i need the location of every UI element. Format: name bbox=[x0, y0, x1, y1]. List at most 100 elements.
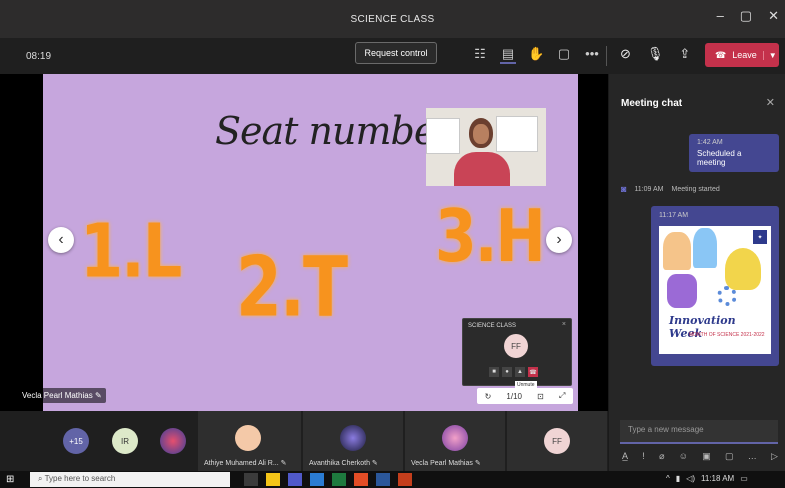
more-icon[interactable]: ••• bbox=[584, 46, 600, 64]
slide-title: Seat number bbox=[215, 109, 453, 153]
message-time: 11:17 AM bbox=[659, 212, 689, 219]
windows-start-icon[interactable]: ⊞ bbox=[6, 474, 14, 485]
raise-hand-icon[interactable]: ✋ bbox=[528, 46, 544, 64]
participant-name: Vecla Pearl Mathias ✎ bbox=[411, 460, 481, 467]
chat-message: 1:42 AM Scheduled a meeting bbox=[689, 134, 779, 172]
minimize-icon[interactable]: – bbox=[717, 8, 724, 24]
next-slide-button[interactable]: › bbox=[546, 227, 572, 253]
share-icon[interactable]: ⇪ bbox=[679, 46, 690, 62]
store-icon[interactable] bbox=[310, 473, 324, 486]
more-icon[interactable]: … bbox=[748, 451, 757, 462]
sticker-icon[interactable]: ▢ bbox=[725, 451, 734, 462]
avatar bbox=[160, 428, 186, 454]
avatar: FF bbox=[544, 428, 570, 454]
meeting-timer: 08:19 bbox=[26, 50, 52, 62]
title-bar: SCIENCE CLASS – ▢ ✕ bbox=[0, 0, 785, 38]
chevron-up-icon[interactable]: ^ bbox=[666, 474, 670, 483]
chat-icon[interactable]: ▤ bbox=[500, 46, 516, 64]
gif-icon[interactable]: ▣ bbox=[702, 451, 711, 462]
important-icon[interactable]: ! bbox=[642, 451, 645, 462]
file-explorer-icon[interactable] bbox=[266, 473, 280, 486]
chrome-icon[interactable] bbox=[354, 473, 368, 486]
participant-name: Avanthika Cherkoth ✎ bbox=[309, 460, 378, 467]
attach-icon[interactable]: ⌀ bbox=[659, 451, 664, 462]
participant-gallery: +15 IR Athiye Muhamed Ali R... ✎ Avanthi… bbox=[0, 411, 608, 471]
avatar bbox=[340, 425, 366, 451]
microphone-icon[interactable]: 🎙 bbox=[647, 46, 664, 62]
shared-screen: Seat number 1.L 2.T 3.H ‹ › Vecla Pearl … bbox=[0, 74, 608, 411]
chevron-down-icon[interactable]: ▼ bbox=[762, 50, 777, 60]
window-title: SCIENCE CLASS bbox=[350, 13, 435, 25]
taskbar-search-input[interactable]: ⌕ Type here to search bbox=[30, 472, 230, 487]
av-controls: ⊘ 🎙 ⇪ bbox=[620, 46, 690, 62]
word-icon[interactable] bbox=[376, 473, 390, 486]
people-icon[interactable]: ☷ bbox=[472, 46, 488, 64]
search-placeholder: Type here to search bbox=[44, 474, 116, 483]
seat-item-3: 3.H bbox=[435, 195, 546, 279]
presenter-name: Vecla Pearl Mathias bbox=[22, 391, 93, 400]
share-icon[interactable]: ▲ bbox=[515, 367, 525, 377]
leave-button[interactable]: ☎ Leave ▼ bbox=[705, 43, 779, 67]
overflow-count-avatar[interactable]: +15 bbox=[63, 428, 89, 454]
avatar: FF bbox=[504, 334, 528, 358]
message-text: Scheduled a meeting bbox=[697, 149, 742, 167]
maximize-icon[interactable]: ▢ bbox=[740, 8, 752, 24]
chat-pane: Meeting chat ✕ 1:42 AM Scheduled a meeti… bbox=[608, 74, 785, 471]
chat-title: Meeting chat bbox=[621, 98, 683, 109]
send-icon[interactable]: ▷ bbox=[771, 451, 778, 462]
hang-up-icon[interactable]: ☎ bbox=[528, 367, 538, 377]
fit-icon[interactable]: ⊡ bbox=[537, 392, 544, 401]
camera-icon[interactable]: ■ bbox=[489, 367, 499, 377]
meeting-toolbar: 08:19 Request control ☷ ▤ ✋ ▢ ••• ⊘ 🎙 ⇪ … bbox=[0, 38, 785, 74]
close-icon[interactable]: × bbox=[562, 321, 566, 328]
request-control-button[interactable]: Request control bbox=[355, 42, 437, 64]
close-icon[interactable]: ✕ bbox=[766, 96, 775, 109]
notification-icon[interactable]: ▭ bbox=[740, 474, 748, 483]
close-icon[interactable]: ✕ bbox=[768, 8, 779, 24]
refresh-icon[interactable]: ↻ bbox=[485, 392, 492, 401]
toolbar-icons: ☷ ▤ ✋ ▢ ••• bbox=[472, 46, 600, 64]
leave-label: Leave bbox=[732, 50, 757, 60]
video-icon: ◙ bbox=[621, 184, 627, 194]
avatar bbox=[442, 425, 468, 451]
rooms-icon[interactable]: ▢ bbox=[556, 46, 572, 64]
participant-tile[interactable]: Avanthika Cherkoth ✎ bbox=[303, 411, 403, 471]
message-time: 1:42 AM bbox=[697, 139, 723, 146]
toolbar-divider bbox=[606, 46, 607, 66]
window-controls: – ▢ ✕ bbox=[717, 8, 779, 24]
powerpoint-icon[interactable] bbox=[398, 473, 412, 486]
participant-tile[interactable]: Vecla Pearl Mathias ✎ bbox=[405, 411, 505, 471]
system-time: 11:09 AM bbox=[634, 185, 664, 193]
pin-icon: ✎ bbox=[94, 391, 102, 400]
previous-slide-button[interactable]: ‹ bbox=[48, 227, 74, 253]
mini-call-title: SCIENCE CLASS bbox=[468, 323, 517, 329]
windows-taskbar: ⊞ ⌕ Type here to search ^ ▮ ◁) 11:18 AM … bbox=[0, 471, 785, 488]
clock[interactable]: 11:18 AM bbox=[701, 474, 734, 483]
camera-off-icon[interactable]: ⊘ bbox=[620, 46, 631, 62]
presenter-name-tag: Vecla Pearl Mathias ✎ bbox=[18, 388, 106, 403]
taskbar-apps bbox=[244, 473, 412, 486]
participant-tile[interactable]: FF bbox=[507, 411, 607, 471]
task-view-icon[interactable] bbox=[244, 473, 258, 486]
teams-icon[interactable] bbox=[288, 473, 302, 486]
format-icon[interactable]: A̲ bbox=[622, 451, 628, 462]
mini-call-window[interactable]: SCIENCE CLASS × FF ■ ● ▲ ☎ Unmute bbox=[462, 318, 572, 389]
emoji-icon[interactable]: ☺ bbox=[679, 451, 688, 462]
network-icon[interactable]: ▮ bbox=[676, 474, 680, 483]
microphone-icon[interactable]: ● bbox=[502, 367, 512, 377]
message-input[interactable]: Type a new message bbox=[620, 420, 778, 444]
zoom-value: 1/10 bbox=[506, 391, 522, 401]
system-message: ◙ 11:09 AM Meeting started bbox=[621, 184, 720, 194]
avatar: IR bbox=[112, 428, 138, 454]
system-tray: ^ ▮ ◁) 11:18 AM ▭ bbox=[666, 474, 748, 483]
excel-icon[interactable] bbox=[332, 473, 346, 486]
expand-icon[interactable]: ⤢ bbox=[559, 391, 565, 401]
zoom-controls: ↻ 1/10 ⊡ ⤢ bbox=[477, 388, 573, 404]
volume-icon[interactable]: ◁) bbox=[686, 474, 695, 483]
poster-image[interactable]: ✦ Innovation Week MONTH OF SCIENCE 2021-… bbox=[659, 226, 771, 354]
poster-subtitle: MONTH OF SCIENCE 2021-2022 bbox=[689, 332, 765, 338]
avatar bbox=[235, 425, 261, 451]
participant-tile[interactable]: Athiye Muhamed Ali R... ✎ bbox=[198, 411, 301, 471]
school-logo-icon: ✦ bbox=[753, 230, 767, 244]
phone-icon: ☎ bbox=[715, 49, 727, 60]
